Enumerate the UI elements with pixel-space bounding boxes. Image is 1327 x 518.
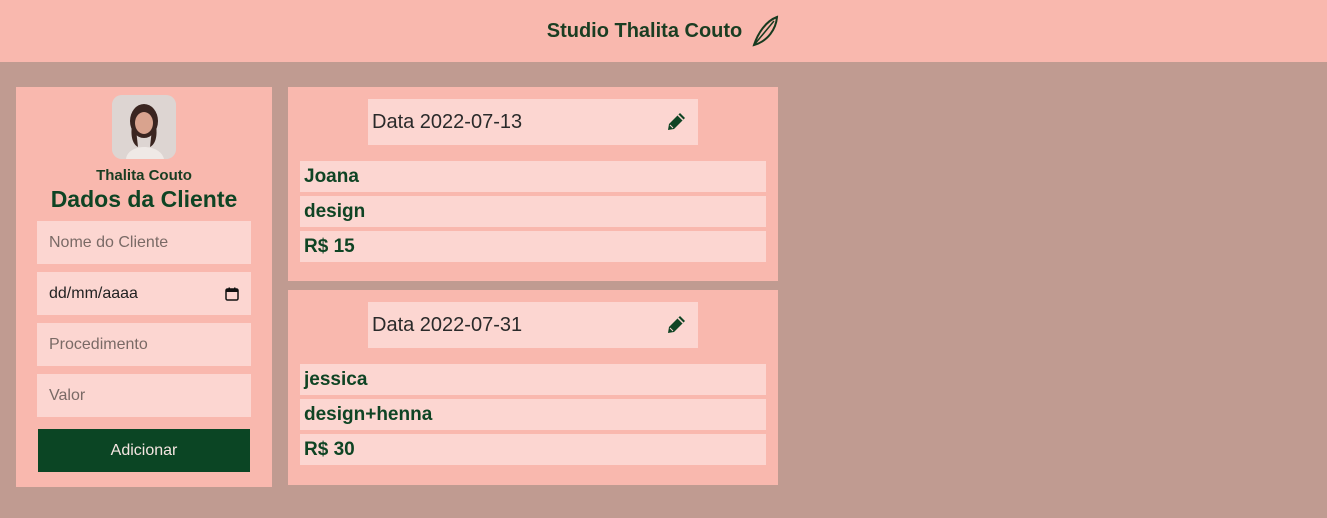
client-form-card: Thalita Couto Dados da Cliente Nome do C…: [16, 87, 272, 487]
leaf-icon: [752, 15, 779, 47]
avatar-image: [112, 95, 176, 159]
value-placeholder: Valor: [49, 386, 86, 404]
appointment-procedure: design+henna: [300, 399, 766, 430]
appointment-date-box: Data 2022-07-13: [368, 99, 698, 145]
avatar: [112, 95, 176, 159]
add-button[interactable]: Adicionar: [38, 429, 250, 472]
pencil-icon[interactable]: [664, 110, 688, 134]
appointment-price: R$ 30: [300, 434, 766, 465]
date-placeholder: dd/mm/aaaa: [49, 284, 138, 302]
procedure-placeholder: Procedimento: [49, 335, 148, 353]
client-name-field[interactable]: Nome do Cliente: [37, 221, 251, 264]
appointment-card: Data 2022-07-13 Joana design R$ 15: [288, 87, 778, 281]
appointment-price: R$ 15: [300, 231, 766, 262]
form-title: Dados da Cliente: [50, 186, 238, 212]
client-name-placeholder: Nome do Cliente: [49, 233, 169, 251]
value-field[interactable]: Valor: [37, 374, 251, 417]
date-field[interactable]: dd/mm/aaaa: [37, 272, 251, 315]
appointment-client: jessica: [300, 364, 766, 395]
calendar-icon[interactable]: [225, 287, 239, 301]
owner-name: Thalita Couto: [96, 167, 192, 184]
pencil-icon[interactable]: [664, 313, 688, 337]
appointment-client: Joana: [300, 161, 766, 192]
appointment-card: Data 2022-07-31 jessica design+henna R$ …: [288, 290, 778, 485]
appointment-date-box: Data 2022-07-31: [368, 302, 698, 348]
procedure-field[interactable]: Procedimento: [37, 323, 251, 366]
appointment-date: Data 2022-07-31: [372, 313, 523, 336]
appointment-procedure: design: [300, 196, 766, 227]
app-header: Studio Thalita Couto: [0, 0, 1327, 62]
app-title: Studio Thalita Couto: [546, 19, 743, 42]
appointment-date: Data 2022-07-13: [372, 110, 523, 133]
